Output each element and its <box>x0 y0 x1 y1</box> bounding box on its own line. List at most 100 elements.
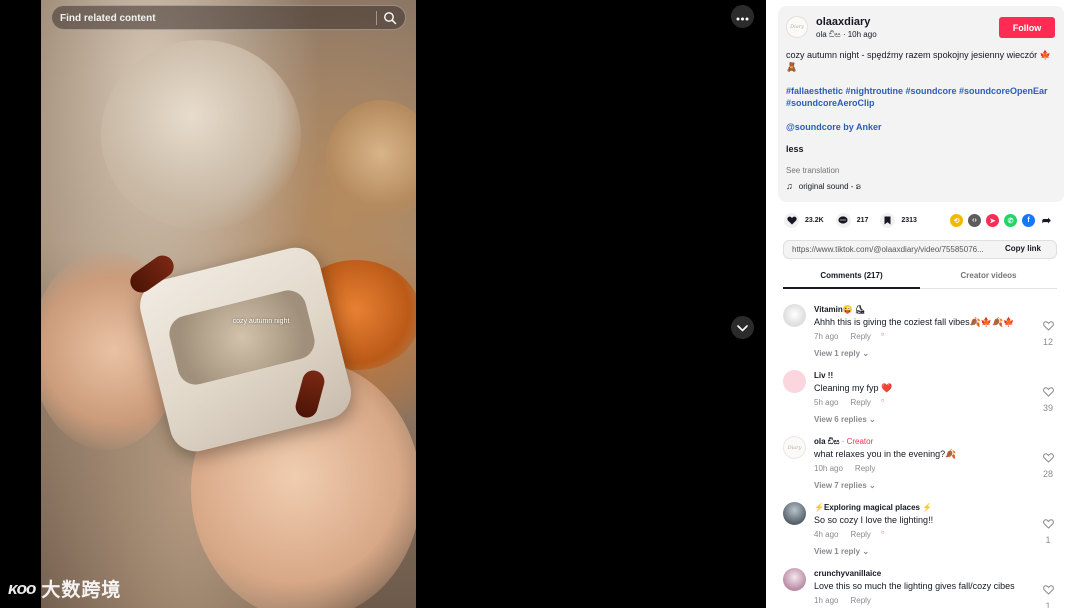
commenter-avatar[interactable] <box>783 568 806 591</box>
comment-text: Love this so much the lighting gives fal… <box>814 581 1015 591</box>
panel-tabs: Comments (217) Creator videos <box>783 265 1057 289</box>
commenter-name[interactable]: Vitamin😜 ⛸ <box>814 305 865 314</box>
commenter-avatar[interactable] <box>783 304 806 327</box>
comment-time: 7h ago <box>814 332 839 341</box>
comment-meta: 10h ago Reply <box>814 464 875 473</box>
reply-button[interactable]: Reply <box>850 398 870 407</box>
share-url[interactable]: https://www.tiktok.com/@olaaxdiary/video… <box>792 245 998 254</box>
whatsapp-icon[interactable]: ✆ <box>1004 214 1017 227</box>
reply-button[interactable]: Reply <box>850 596 870 605</box>
more-options-button[interactable] <box>731 5 754 28</box>
author-meta: ola ඩිස · 10h ago <box>816 30 877 40</box>
save-count: 2313 <box>901 216 917 224</box>
tab-comments[interactable]: Comments (217) <box>783 271 920 280</box>
comment-time: 1h ago <box>814 596 839 605</box>
post-caption: cozy autumn night - spędźmy razem spokoj… <box>786 50 1051 72</box>
author-display-name: ola ඩිස <box>816 30 841 39</box>
reaction-dot-icon: ○ <box>880 398 885 404</box>
send-icon[interactable]: ➤ <box>986 214 999 227</box>
see-translation-link[interactable]: See translation <box>786 166 839 175</box>
view-replies-button[interactable]: View 7 replies ⌄ <box>814 481 876 490</box>
commenter-name[interactable]: crunchyvanillaice <box>814 569 881 578</box>
view-replies-button[interactable]: View 1 reply ⌄ <box>814 547 869 556</box>
view-replies-label: View 7 replies <box>814 481 867 490</box>
like-stat[interactable]: 23.2K <box>784 212 824 228</box>
embed-icon[interactable]: ‹› <box>968 214 981 227</box>
comment-time: 5h ago <box>814 398 839 407</box>
comment-like-count: 12 <box>1042 337 1053 347</box>
comment-like[interactable]: 39 <box>1041 384 1055 413</box>
commenter-name[interactable]: ⚡Exploring magical places ⚡ <box>814 503 932 512</box>
comment-like[interactable]: 28 <box>1041 450 1055 479</box>
author-username[interactable]: olaaxdiary <box>816 16 870 28</box>
comment-like-count: 1 <box>1045 535 1051 545</box>
comments-list: Vitamin😜 ⛸ Ahhh this is giving the cozie… <box>766 296 1080 608</box>
comment-text: So so cozy I love the lighting!! <box>814 515 934 525</box>
search-icon[interactable] <box>383 11 397 25</box>
commenter-avatar[interactable] <box>783 370 806 393</box>
tab-creator-videos[interactable]: Creator videos <box>920 271 1057 280</box>
less-link[interactable]: less <box>786 144 804 154</box>
chevron-down-icon <box>737 319 748 337</box>
comment-stat[interactable]: 217 <box>835 212 869 228</box>
facebook-icon[interactable]: f <box>1022 214 1035 227</box>
comment-icon <box>835 212 851 228</box>
reply-button[interactable]: Reply <box>850 530 870 539</box>
video-player[interactable]: cozy autumn night <box>41 0 416 608</box>
commenter-avatar[interactable] <box>783 502 806 525</box>
comment-like-count: 1 <box>1045 601 1051 608</box>
like-count: 23.2K <box>805 216 824 224</box>
follow-button[interactable]: Follow <box>999 17 1055 38</box>
reply-button[interactable]: Reply <box>850 332 870 341</box>
view-replies-button[interactable]: View 6 replies ⌄ <box>814 415 876 424</box>
commenter-name[interactable]: Liv !! <box>814 371 833 380</box>
video-earbuds <box>165 286 319 389</box>
comment-time: 10h ago <box>814 464 843 473</box>
share-arrow-icon[interactable]: ➦ <box>1040 214 1053 227</box>
video-pillow <box>101 40 301 230</box>
sound-name: original sound - ຣ <box>798 181 862 191</box>
search-bar[interactable] <box>51 5 406 30</box>
comment-item: Liv !! Cleaning my fyp ❤️ 5h ago Reply ○… <box>783 364 1063 426</box>
commenter-avatar[interactable]: Diary <box>783 436 806 459</box>
creator-name: ola ඩිස <box>814 437 840 446</box>
copy-link-button[interactable]: Copy link <box>1005 244 1041 253</box>
view-replies-button[interactable]: View 1 reply ⌄ <box>814 349 869 358</box>
video-caption: cozy autumn night <box>232 318 290 325</box>
comment-item: crunchyvanillaice Love this so much the … <box>783 562 1063 608</box>
chevron-down-icon: ⌄ <box>862 547 870 556</box>
video-area: cozy autumn night ᴋᴏᴏ 大数跨境 <box>0 0 766 608</box>
repost-icon[interactable]: ⟲ <box>950 214 963 227</box>
creator-badge: · Creator <box>841 437 874 446</box>
search-input[interactable] <box>60 11 370 25</box>
share-icons: ⟲ ‹› ➤ ✆ f ➦ <box>950 214 1058 227</box>
heart-outline-icon <box>1042 516 1054 533</box>
share-link-box: https://www.tiktok.com/@olaaxdiary/video… <box>783 240 1057 259</box>
next-video-button[interactable] <box>731 316 754 339</box>
search-divider <box>376 11 377 25</box>
comment-like[interactable]: 1 <box>1041 516 1055 545</box>
comment-like-count: 28 <box>1042 469 1053 479</box>
commenter-name[interactable]: ola ඩිස · Creator <box>814 437 873 447</box>
post-hashtags[interactable]: #fallaesthetic #nightroutine #soundcore … <box>786 85 1062 109</box>
view-replies-label: View 1 reply <box>814 349 861 358</box>
heart-icon <box>784 212 799 228</box>
comment-count: 217 <box>856 216 869 224</box>
comment-meta: 1h ago Reply <box>814 596 871 605</box>
reply-button[interactable]: Reply <box>855 464 875 473</box>
watermark-logo: ᴋᴏᴏ <box>8 578 36 598</box>
comment-item: Vitamin😜 ⛸ Ahhh this is giving the cozie… <box>783 298 1063 360</box>
chevron-down-icon: ⌄ <box>862 349 870 358</box>
comment-like[interactable]: 1 <box>1041 582 1055 608</box>
post-time: 10h ago <box>847 30 877 39</box>
view-replies-label: View 6 replies <box>814 415 867 424</box>
comment-like[interactable]: 12 <box>1041 318 1055 347</box>
author-avatar[interactable]: Diary <box>786 16 808 38</box>
comment-time: 4h ago <box>814 530 839 539</box>
sound-link[interactable]: ♫ original sound - ຣ <box>786 181 861 191</box>
post-mention[interactable]: @soundcore by Anker <box>786 122 881 132</box>
view-replies-label: View 1 reply <box>814 547 861 556</box>
save-stat[interactable]: 2313 <box>880 212 917 228</box>
bookmark-icon <box>880 212 896 228</box>
comment-item: Diary ola ඩිස · Creator what relaxes you… <box>783 430 1063 492</box>
